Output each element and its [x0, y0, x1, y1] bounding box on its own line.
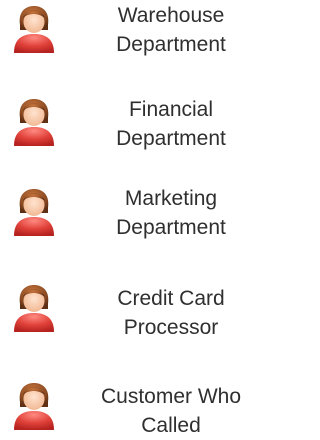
- actor-label: Credit Card Processor: [117, 287, 225, 339]
- actor-financial-department: Financial Department: [0, 88, 281, 168]
- female-user-icon: [8, 282, 60, 334]
- actor-label: Marketing Department: [116, 187, 226, 239]
- actor-label: Customer Who Called: [100, 385, 242, 437]
- female-user-icon: [8, 186, 60, 238]
- actor-customer-who-called: Customer Who Called: [0, 352, 281, 437]
- female-user-icon: [8, 380, 60, 432]
- actor-marketing-department: Marketing Department: [0, 176, 281, 256]
- actor-warehouse-department: Warehouse Department: [0, 0, 281, 80]
- female-user-icon: [8, 96, 60, 148]
- actor-label: Financial Department: [116, 98, 226, 150]
- actor-credit-card-processor: Credit Card Processor: [0, 264, 281, 344]
- actor-label: Warehouse Department: [116, 4, 226, 56]
- female-user-icon: [8, 3, 60, 55]
